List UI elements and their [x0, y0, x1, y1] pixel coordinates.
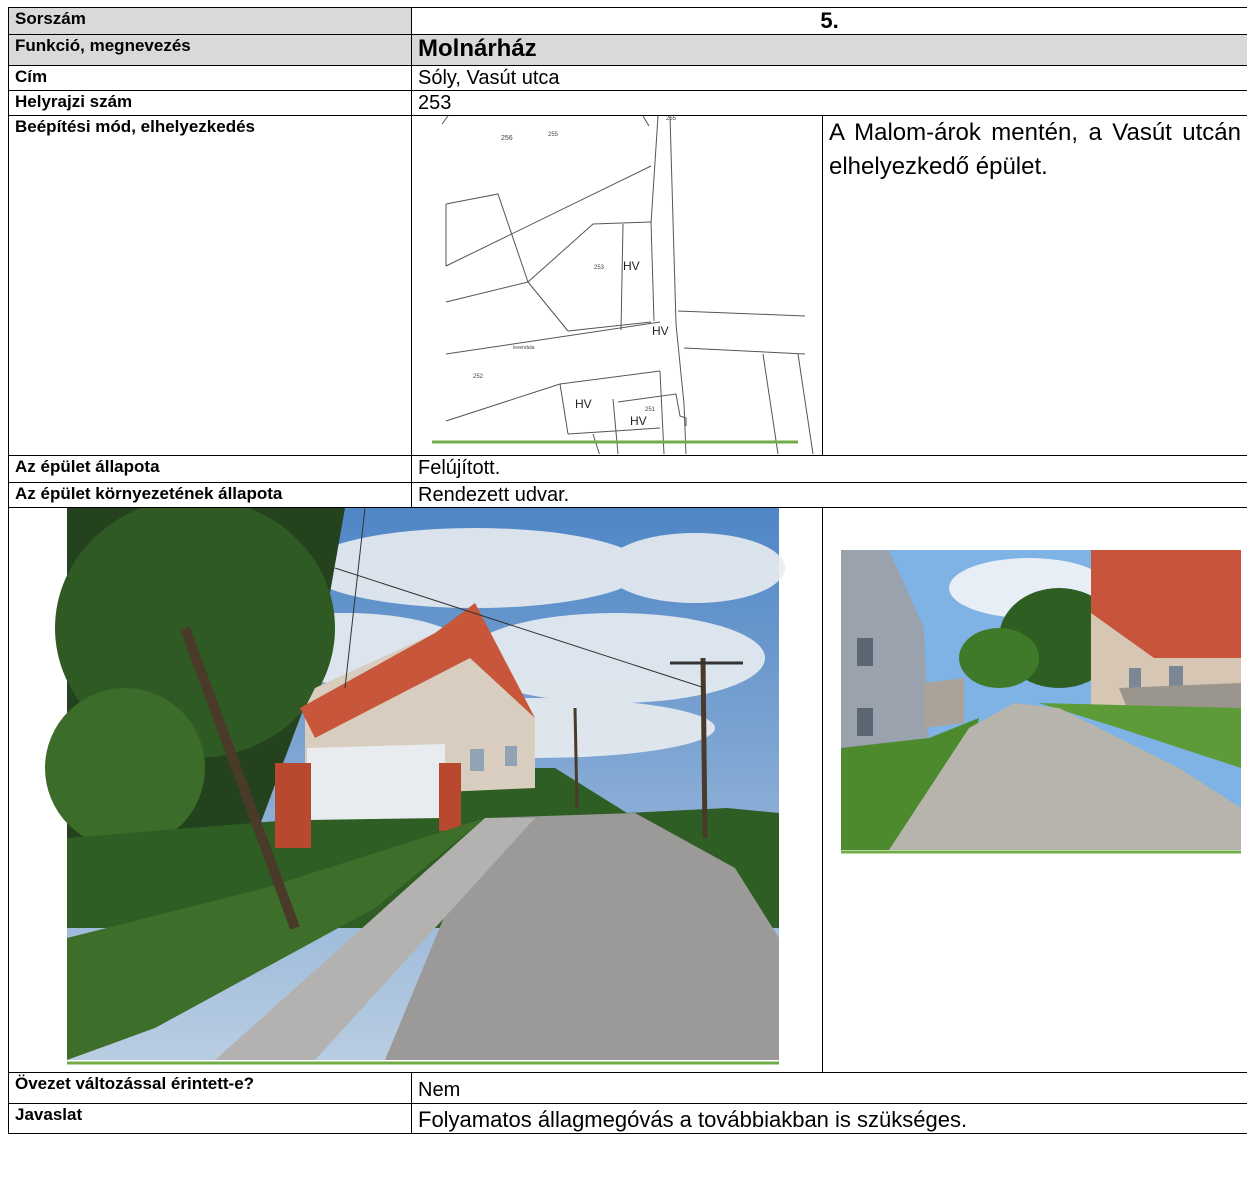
row-number: Sorszám 5. [8, 7, 1247, 35]
zone-change-label: Övezet változással érintett-e? [8, 1072, 412, 1104]
row-zone-change: Övezet változással érintett-e? Nem [8, 1072, 1247, 1104]
photo-secondary-cell [821, 507, 1247, 1073]
zone-change-value: Nem [410, 1072, 1247, 1104]
row-function: Funkció, megnevezés Molnárház [8, 34, 1247, 66]
map-label-256: 256 [501, 135, 513, 142]
map-label-hv-3: HV [575, 397, 592, 411]
map-label-levendula: levendula [513, 345, 535, 351]
cadastral-map: 256 255 255 253 HV HV 252 HV 251 HV leve… [418, 116, 822, 454]
row-surroundings: Az épület környezetének állapota Rendeze… [8, 482, 1247, 508]
condition-value: Felújított. [410, 455, 1247, 483]
function-label: Funkció, megnevezés [8, 34, 412, 66]
parcel-value: 253 [410, 90, 1247, 116]
map-label-253: 253 [594, 265, 605, 271]
map-label-hv-4: HV [630, 414, 647, 428]
record-sheet: Sorszám 5. Funkció, megnevezés Molnárház… [0, 0, 1247, 1177]
row-photos [8, 507, 1247, 1073]
proposal-label: Javaslat [8, 1103, 412, 1134]
placement-description: A Malom-árok mentén, a Vasút utcán elhel… [821, 115, 1247, 456]
map-label-hv-1: HV [623, 259, 640, 273]
row-parcel: Helyrajzi szám 253 [8, 90, 1247, 116]
map-cell: 256 255 255 253 HV HV 252 HV 251 HV leve… [411, 115, 823, 456]
photo-main-cell [8, 507, 823, 1073]
map-label-255b: 255 [666, 116, 677, 122]
number-label: Sorszám [8, 7, 412, 35]
row-proposal: Javaslat Folyamatos állagmegóvás a továb… [8, 1103, 1247, 1134]
row-condition: Az épület állapota Felújított. [8, 455, 1247, 483]
address-value: Sóly, Vasút utca [410, 65, 1247, 91]
parcel-label: Helyrajzi szám [8, 90, 412, 116]
street-photo-main [45, 508, 785, 1065]
number-value: 5. [410, 7, 1247, 35]
proposal-value: Folyamatos állagmegóvás a továbbiakban i… [410, 1103, 1247, 1134]
address-label: Cím [8, 65, 412, 91]
surroundings-label: Az épület környezetének állapota [8, 482, 412, 508]
map-label-255a: 255 [548, 132, 559, 138]
row-address: Cím Sóly, Vasút utca [8, 65, 1247, 91]
record-table: Sorszám 5. Funkció, megnevezés Molnárház… [8, 7, 1247, 1134]
map-label-251: 251 [645, 407, 656, 413]
row-placement: Beépítési mód, elhelyezkedés 256 255 255… [8, 115, 1247, 456]
surroundings-value: Rendezett udvar. [410, 482, 1247, 508]
map-label-252: 252 [473, 374, 484, 380]
placement-label: Beépítési mód, elhelyezkedés [8, 115, 412, 456]
function-value: Molnárház [410, 34, 1247, 66]
condition-label: Az épület állapota [8, 455, 412, 483]
map-label-hv-2: HV [652, 324, 669, 338]
street-photo-secondary [841, 550, 1241, 854]
